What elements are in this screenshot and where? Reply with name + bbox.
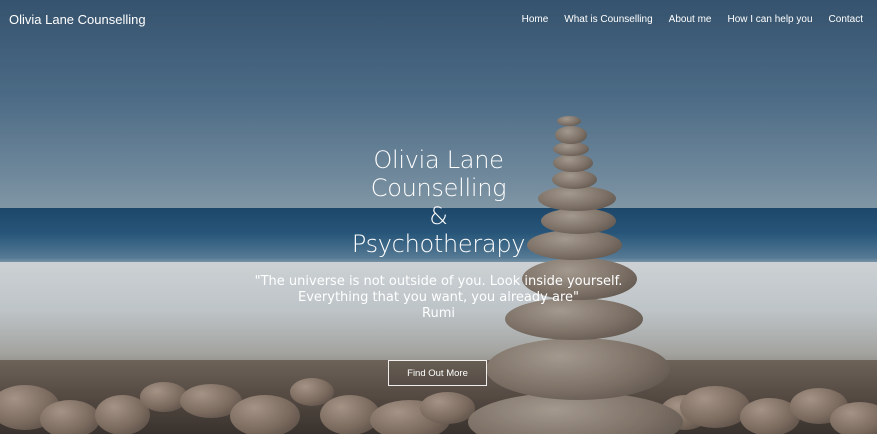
hero-title-line: Olivia Lane (373, 146, 504, 174)
find-out-more-button[interactable]: Find Out More (388, 360, 487, 386)
nav-link-how-i-can-help[interactable]: How I can help you (727, 14, 812, 25)
hero-quote: "The universe is not outside of you. Loo… (200, 274, 677, 322)
quote-author: Rumi (422, 306, 455, 321)
nav-link-about-me[interactable]: About me (669, 14, 712, 25)
nav-link-what-is-counselling[interactable]: What is Counselling (564, 14, 652, 25)
hero-title: Olivia Lane Counselling & Psychotherapy (200, 146, 677, 258)
quote-line: "The universe is not outside of you. Loo… (254, 274, 623, 289)
main-navbar: Olivia Lane Counselling Home What is Cou… (0, 0, 877, 38)
brand-logo-link[interactable]: Olivia Lane Counselling (9, 12, 146, 27)
nav-link-home[interactable]: Home (522, 14, 549, 25)
nav-links: Home What is Counselling About me How I … (506, 14, 863, 25)
hero-content: Olivia Lane Counselling & Psychotherapy … (200, 146, 677, 322)
quote-line: Everything that you want, you already ar… (298, 290, 579, 305)
nav-link-contact[interactable]: Contact (829, 14, 863, 25)
hero-title-line: Counselling (370, 174, 507, 202)
hero-title-line: Psychotherapy (351, 230, 526, 258)
hero-title-line: & (429, 202, 448, 230)
